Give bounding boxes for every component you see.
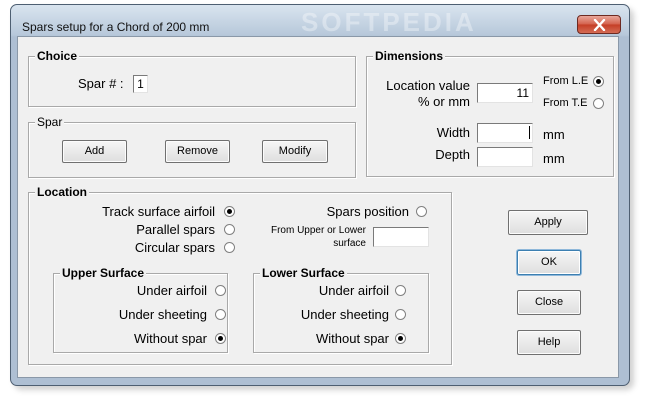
choice-group-label: Choice — [35, 49, 80, 63]
window-title: Spars setup for a Chord of 200 mm — [22, 20, 210, 34]
apply-button[interactable]: Apply — [508, 210, 588, 235]
add-spar-button[interactable]: Add — [62, 140, 127, 163]
location-value-label: Location value — [386, 78, 470, 93]
upper-under-airfoil-label: Under airfoil — [136, 283, 207, 298]
lower-under-airfoil-label: Under airfoil — [318, 283, 389, 298]
depth-input[interactable] — [477, 147, 533, 167]
upper-under-sheeting-radio[interactable] — [215, 309, 226, 320]
dimensions-group-label: Dimensions — [373, 49, 446, 63]
parallel-spars-radio[interactable] — [224, 224, 235, 235]
from-le-label: From L.E — [543, 75, 589, 87]
remove-spar-button[interactable]: Remove — [165, 140, 230, 163]
upper-surface-group: Upper Surface Under airfoil Under sheeti… — [53, 266, 228, 353]
lower-under-sheeting-radio[interactable] — [395, 309, 406, 320]
spars-position-input[interactable] — [373, 227, 429, 247]
circular-spars-radio[interactable] — [224, 242, 235, 253]
from-te-label: From T.E — [543, 97, 588, 109]
lower-surface-label: Lower Surface — [260, 266, 347, 280]
close-window-button[interactable] — [577, 15, 621, 34]
upper-without-spar-radio[interactable] — [215, 333, 226, 344]
depth-unit-label: mm — [543, 151, 565, 166]
ok-button[interactable]: OK — [517, 250, 581, 275]
location-group: Location Track surface airfoil Parallel … — [28, 185, 452, 365]
upper-under-airfoil-radio[interactable] — [215, 285, 226, 296]
lower-under-airfoil-radio[interactable] — [395, 285, 406, 296]
upper-without-spar-label: Without spar — [134, 331, 207, 346]
lower-under-sheeting-label: Under sheeting — [300, 307, 389, 322]
width-label: Width — [436, 125, 470, 140]
lower-surface-group: Lower Surface Under airfoil Under sheeti… — [253, 266, 429, 353]
close-icon — [593, 19, 606, 31]
parallel-spars-label: Parallel spars — [136, 222, 215, 237]
width-input[interactable] — [477, 123, 533, 143]
spar-number-label: Spar # : — [78, 76, 124, 91]
width-unit-label: mm — [543, 127, 565, 142]
modify-spar-button[interactable]: Modify — [262, 140, 328, 163]
upper-under-sheeting-label: Under sheeting — [118, 307, 207, 322]
lower-without-spar-radio[interactable] — [395, 333, 406, 344]
spars-position-radio[interactable] — [416, 206, 427, 217]
spar-group: Spar Add Remove Modify — [28, 115, 356, 178]
surface-label: surface — [333, 238, 366, 249]
from-le-radio[interactable] — [593, 76, 604, 87]
upper-surface-label: Upper Surface — [60, 266, 147, 280]
depth-label: Depth — [435, 147, 470, 162]
help-button[interactable]: Help — [517, 330, 581, 355]
lower-without-spar-label: Without spar — [316, 331, 389, 346]
track-surface-airfoil-label: Track surface airfoil — [102, 204, 215, 219]
location-value-input[interactable]: 11 — [477, 83, 533, 103]
close-button[interactable]: Close — [517, 290, 581, 315]
dimensions-group: Dimensions Location value % or mm 11 Fro… — [366, 49, 614, 177]
circular-spars-label: Circular spars — [134, 240, 215, 255]
percent-or-mm-label: % or mm — [418, 94, 470, 109]
choice-group: Choice Spar # : 1 — [28, 49, 356, 107]
spar-group-label: Spar — [35, 115, 65, 129]
spars-position-label: Spars position — [326, 204, 409, 219]
watermark: SOFTPEDIA — [301, 7, 477, 37]
from-te-radio[interactable] — [593, 98, 604, 109]
dialog-client: Choice Spar # : 1 Spar Add Remove Modify… — [17, 36, 619, 378]
track-surface-airfoil-radio[interactable] — [224, 206, 235, 217]
text-caret — [529, 126, 530, 139]
location-group-label: Location — [35, 185, 89, 199]
spar-number-field[interactable]: 1 — [133, 75, 148, 93]
